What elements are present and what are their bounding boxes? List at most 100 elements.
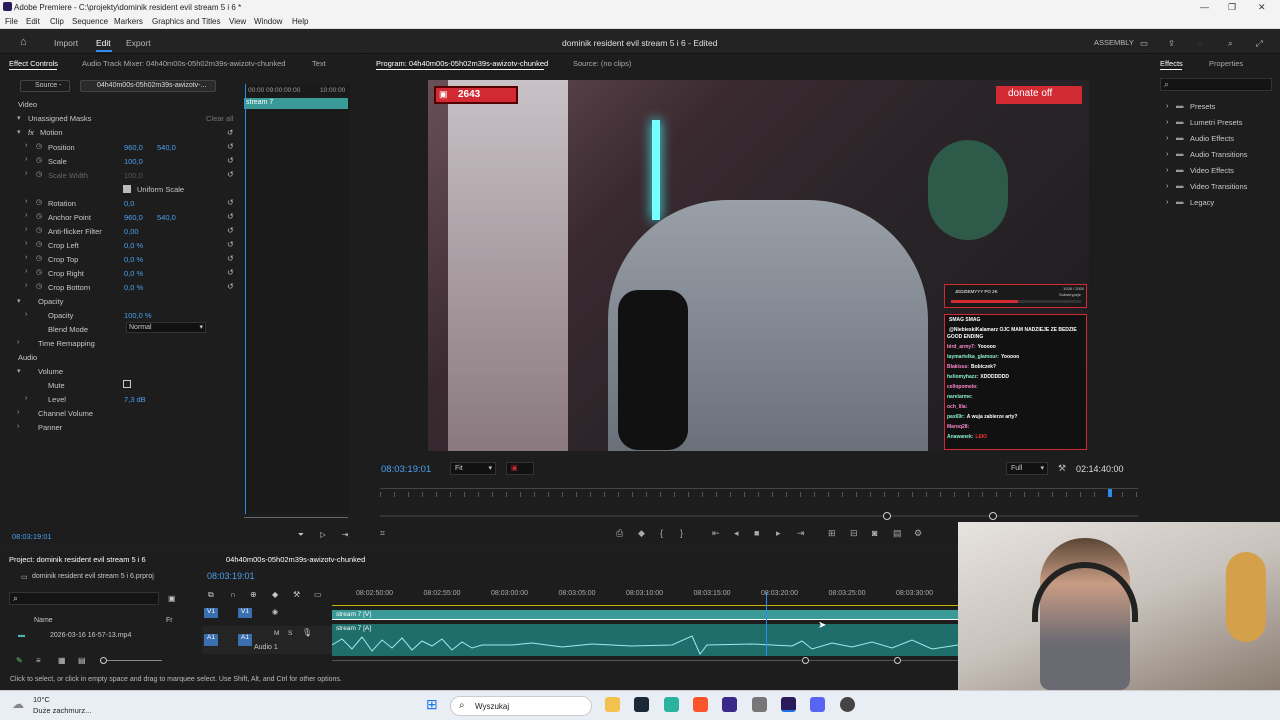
nest-icon[interactable]: ⧉ [208,590,214,600]
time-remapping[interactable]: Time Remapping [38,339,95,348]
effect-prop-row[interactable]: › ◷ Crop Bottom 0,0 % ↺ [0,280,240,294]
tab-project[interactable]: Project: dominik resident evil stream 5 … [9,555,146,564]
stopwatch-icon[interactable]: ◷ [36,156,42,164]
effects-folder-item[interactable]: › ▬ Lumetri Presets [1164,117,1274,129]
mark-out-icon[interactable]: } [680,528,683,538]
audio-clip[interactable]: stream 7 [A] [332,624,958,656]
list-view-icon[interactable]: ≡ [36,656,41,665]
prop-value[interactable]: 0,00 [124,227,139,236]
stopwatch-icon[interactable]: ◷ [36,268,42,276]
chevron-right-icon[interactable]: › [25,254,27,261]
marker-icon[interactable]: ◆ [638,528,645,539]
stop-icon[interactable]: ■ [754,528,759,538]
effect-prop-row[interactable]: › ◷ Rotation 0,0 ↺ [0,196,240,210]
timeline-scroll-handle-left[interactable] [802,657,809,664]
mic-icon[interactable]: 🎙 [302,628,312,637]
pencil-icon[interactable]: ✎ [16,656,23,665]
chevron-right-icon[interactable]: › [25,226,27,233]
timeline-timecode[interactable]: 08:03:19:01 [207,571,255,581]
tab-timeline[interactable]: 04h40m00s-05h02m39s-awizotv-chunked [226,555,365,564]
effect-prop-row[interactable]: › ◷ Crop Left 0,0 % ↺ [0,238,240,252]
progress-icon[interactable]: ◌ [1198,38,1203,48]
zoom-handle-right[interactable] [989,512,997,520]
export-icon[interactable]: ⇥ [342,530,348,539]
reset-icon[interactable]: ↺ [227,156,234,165]
taskbar-search[interactable]: ⌕ Wyszukaj [450,696,592,716]
motion-label[interactable]: Motion [40,128,63,137]
maximize-icon[interactable]: ❐ [1228,2,1236,13]
fit-select[interactable]: Fit ▾ [450,462,496,475]
prop-value[interactable]: 0,0 [124,199,134,208]
menu-view[interactable]: View [229,17,246,26]
mini-clip[interactable]: stream 7 [244,98,348,109]
stopwatch-icon[interactable]: ◷ [36,212,42,220]
effects-folder-item[interactable]: › ▬ Audio Transitions [1164,149,1274,161]
minimize-icon[interactable]: — [1200,2,1209,12]
reset-icon[interactable]: ↺ [227,240,234,249]
stopwatch-icon[interactable]: ◷ [36,240,42,248]
panels-icon[interactable]: ▭ [1140,38,1148,49]
snap-icon[interactable]: ∩ [230,590,236,599]
timeline-scroll[interactable] [332,657,958,664]
tab-text[interactable]: Text [312,59,326,68]
menu-clip[interactable]: Clip [50,17,64,26]
mute-icon[interactable]: M [274,630,279,637]
tab-effect-controls[interactable]: Effect Controls [9,59,58,68]
effects-folder-item[interactable]: › ▬ Audio Effects [1164,133,1274,145]
prop-value[interactable]: 0,0 % [124,255,143,264]
steam-icon[interactable] [634,697,649,712]
timeline-scroll-handle-right[interactable] [894,657,901,664]
comparison-icon[interactable]: ▤ [893,528,902,539]
chevron-right-icon[interactable]: › [25,311,27,318]
tab-properties[interactable]: Properties [1209,59,1243,68]
stopwatch-icon[interactable]: ◷ [36,282,42,290]
insert-icon[interactable]: ⊞ [828,528,836,539]
file-explorer-icon[interactable] [605,697,620,712]
prop-value[interactable]: 960,0 [124,143,143,152]
tab-export[interactable]: Export [126,38,151,48]
col-name[interactable]: Name [34,617,53,624]
wrench-icon[interactable]: ⚒ [1058,463,1066,474]
scrubber-playhead[interactable] [1108,489,1112,497]
lift-icon[interactable]: ⎙ [616,528,623,539]
opacity-section[interactable]: Opacity [38,297,63,306]
menu-file[interactable]: File [5,17,18,26]
menu-help[interactable]: Help [292,17,308,26]
tab-program[interactable]: Program: 04h40m00s-05h02m39s-awizotv-chu… [376,59,548,68]
reset-icon[interactable]: ↺ [227,254,234,263]
chevron-down-icon[interactable]: ▾ [17,128,21,136]
close-icon[interactable]: ✕ [1258,2,1266,13]
program-scrubber[interactable] [380,488,1138,502]
chevron-right-icon[interactable]: › [17,423,19,430]
chevron-right-icon[interactable]: › [17,409,19,416]
add-marker-icon[interactable]: ⌗ [380,528,385,539]
chevron-right-icon[interactable]: › [25,395,27,402]
new-bin-icon[interactable]: ▣ [168,594,176,603]
tab-source[interactable]: Source: (no clips) [573,59,631,68]
effect-controls-timecode[interactable]: 08:03:19:01 [12,532,52,541]
effects-search[interactable]: ⌕ [1160,78,1272,91]
chevron-right-icon[interactable]: › [25,170,27,177]
wrench-icon[interactable]: ⚒ [293,590,300,599]
prop-value-2[interactable]: 540,0 [157,143,176,152]
chevron-right-icon[interactable]: › [25,142,27,149]
blend-mode-select[interactable]: Normal ▾ [126,322,206,333]
effects-folder-item[interactable]: › ▬ Presets [1164,101,1274,113]
mute-checkbox[interactable] [123,380,131,388]
tab-effects[interactable]: Effects [1160,59,1183,68]
step-forward-icon[interactable]: ▸ [776,528,781,539]
channel-volume[interactable]: Channel Volume [38,409,93,418]
effect-prop-row[interactable]: › ◷ Crop Right 0,0 % ↺ [0,266,240,280]
menu-window[interactable]: Window [254,17,282,26]
menu-sequence[interactable]: Sequence [72,17,108,26]
search-icon[interactable]: ⌕ [1228,38,1233,49]
filter-icon[interactable]: ⏷ [298,530,304,540]
project-search[interactable]: ⌕ [9,592,159,605]
panner[interactable]: Panner [38,423,62,432]
play-only-icon[interactable]: ▷ [320,530,326,539]
effects-folder-item[interactable]: › ▬ Video Transitions [1164,181,1274,193]
video-clip[interactable]: stream 7 [V] [332,610,958,620]
prop-value[interactable]: 0,0 % [124,283,143,292]
chevron-right-icon[interactable]: › [25,212,27,219]
chevron-right-icon[interactable]: › [17,339,19,346]
